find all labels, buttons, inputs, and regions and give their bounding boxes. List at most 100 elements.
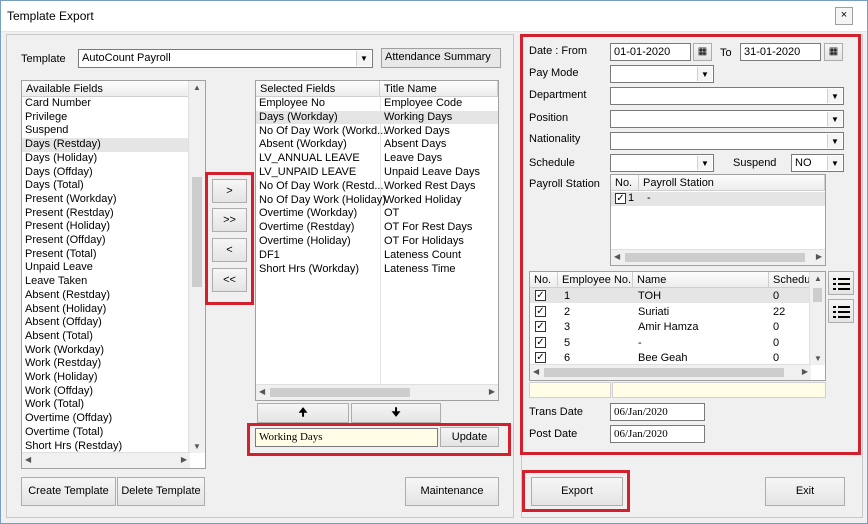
employee-checkbox[interactable]: ✓	[535, 321, 546, 332]
title-name-header[interactable]: Title Name	[380, 81, 498, 97]
attendance-summary-box[interactable]: Attendance Summary	[381, 48, 501, 68]
available-fields-vscroll[interactable]: ▲ ▼	[188, 81, 205, 453]
emp-employee-no-header[interactable]: Employee No.	[558, 272, 633, 288]
available-fields-header[interactable]: Available Fields	[22, 81, 190, 97]
employee-checkbox[interactable]: ✓	[535, 305, 546, 317]
close-button[interactable]: ×	[835, 7, 853, 25]
selected-field-row[interactable]: No Of Day Work (Holiday) Worked Holiday	[256, 194, 498, 208]
station-checkbox[interactable]: ✓	[615, 193, 626, 204]
title-name-input[interactable]: Working Days	[255, 428, 438, 447]
employee-row[interactable]: ✓ 1 TOH 0	[530, 288, 811, 303]
station-no-header[interactable]: No.	[611, 175, 639, 191]
scroll-thumb[interactable]	[544, 368, 784, 377]
suspend-select[interactable]: NO ▼	[791, 154, 844, 172]
available-field-item[interactable]: Unpaid Leave	[22, 261, 190, 275]
remove-field-button[interactable]: <	[212, 238, 247, 262]
employee-hscroll[interactable]: ◀ ▶	[530, 364, 811, 380]
selected-field-row[interactable]: DF1 Lateness Count	[256, 249, 498, 263]
schedule-select[interactable]: ▼	[610, 154, 714, 172]
pay-mode-select[interactable]: ▼	[610, 65, 714, 83]
available-field-item[interactable]: Overtime (Total)	[22, 426, 190, 440]
maintenance-button[interactable]: Maintenance	[405, 477, 499, 506]
available-field-item[interactable]: Absent (Restday)	[22, 289, 190, 303]
calendar-to-button[interactable]: ▦	[824, 43, 843, 61]
selected-field-row[interactable]: LV_UNPAID LEAVE Unpaid Leave Days	[256, 166, 498, 180]
available-field-item[interactable]: Card Number	[22, 97, 190, 111]
scroll-thumb[interactable]	[270, 388, 410, 397]
add-all-fields-button[interactable]: >>	[212, 208, 247, 232]
available-field-item[interactable]: Days (Holiday)	[22, 152, 190, 166]
move-up-button[interactable]: 🠉	[257, 403, 349, 423]
available-field-item[interactable]: Work (Workday)	[22, 344, 190, 358]
available-field-item[interactable]: Present (Restday)	[22, 207, 190, 221]
employee-row[interactable]: ✓ 5 - 0	[530, 335, 811, 350]
selected-field-row[interactable]: Short Hrs (Workday) Lateness Time	[256, 263, 498, 277]
scroll-thumb[interactable]	[625, 253, 805, 262]
calendar-from-button[interactable]: ▦	[693, 43, 712, 61]
selected-field-row[interactable]: LV_ANNUAL LEAVE Leave Days	[256, 152, 498, 166]
employee-checkbox[interactable]: ✓	[535, 352, 546, 363]
employee-vscroll[interactable]: ▲ ▼	[809, 272, 825, 365]
add-field-button[interactable]: >	[212, 179, 247, 203]
selected-fields-hscroll[interactable]: ◀ ▶	[256, 384, 498, 400]
selected-fields-list[interactable]: Selected Fields Title Name Employee No Em…	[255, 80, 499, 401]
unselect-all-button[interactable]	[828, 299, 854, 323]
trans-date-input[interactable]: 06/Jan/2020	[610, 403, 705, 421]
available-field-item[interactable]: Present (Holiday)	[22, 220, 190, 234]
employee-row[interactable]: ✓ 2 Suriati 22	[530, 304, 811, 319]
available-field-item[interactable]: Absent (Holiday)	[22, 303, 190, 317]
delete-template-button[interactable]: Delete Template	[117, 477, 205, 506]
selected-field-row[interactable]: Overtime (Workday) OT	[256, 207, 498, 221]
available-field-item[interactable]: Leave Taken	[22, 275, 190, 289]
selected-field-row[interactable]: Employee No Employee Code	[256, 97, 498, 111]
selected-field-row[interactable]: Absent (Workday) Absent Days	[256, 138, 498, 152]
remove-all-fields-button[interactable]: <<	[212, 268, 247, 292]
date-to-input[interactable]: 31-01-2020	[740, 43, 821, 61]
available-field-item[interactable]: Present (Offday)	[22, 234, 190, 248]
employee-checkbox[interactable]: ✓	[535, 290, 546, 301]
available-fields-hscroll[interactable]: ◀ ▶	[22, 452, 190, 468]
post-date-input[interactable]: 06/Jan/2020	[610, 425, 705, 443]
create-template-button[interactable]: Create Template	[21, 477, 116, 506]
template-select[interactable]: AutoCount Payroll ▼	[78, 49, 373, 68]
update-button[interactable]: Update	[440, 427, 499, 447]
available-field-item[interactable]: Work (Restday)	[22, 357, 190, 371]
available-field-item[interactable]: Work (Holiday)	[22, 371, 190, 385]
available-field-item[interactable]: Work (Total)	[22, 398, 190, 412]
employee-row[interactable]: ✓ 6 Bee Geah 0	[530, 350, 811, 365]
selected-field-row[interactable]: Days (Workday) Working Days	[256, 110, 498, 125]
station-hscroll[interactable]: ◀ ▶	[611, 249, 825, 265]
available-field-item[interactable]: Absent (Total)	[22, 330, 190, 344]
available-field-item[interactable]: Work (Offday)	[22, 385, 190, 399]
position-select[interactable]: ▼	[610, 110, 844, 128]
nationality-select[interactable]: ▼	[610, 132, 844, 150]
emp-schedule-header[interactable]: Schedule	[769, 272, 811, 288]
station-name-header[interactable]: Payroll Station	[639, 175, 825, 191]
available-field-item[interactable]: Present (Total)	[22, 248, 190, 262]
selected-field-row[interactable]: No Of Day Work (Workd... Worked Days	[256, 125, 498, 139]
available-fields-list[interactable]: Available Fields Card Number Privilege Sus…	[21, 80, 206, 469]
available-field-item[interactable]: Overtime (Offday)	[22, 412, 190, 426]
available-field-item[interactable]: Suspend	[22, 124, 190, 138]
selected-field-row[interactable]: Overtime (Holiday) OT For Holidays	[256, 235, 498, 249]
payroll-station-list[interactable]: No. Payroll Station ✓ 1 - ◀ ▶	[610, 174, 826, 266]
scroll-thumb[interactable]	[192, 177, 202, 287]
available-field-item[interactable]: Days (Restday)	[22, 138, 190, 152]
emp-name-header[interactable]: Name	[633, 272, 769, 288]
available-field-item[interactable]: Privilege	[22, 111, 190, 125]
export-button[interactable]: Export	[531, 477, 623, 506]
selected-field-row[interactable]: No Of Day Work (Restd... Worked Rest Days	[256, 180, 498, 194]
selected-field-row[interactable]: Overtime (Restday) OT For Rest Days	[256, 221, 498, 235]
available-field-item[interactable]: Days (Offday)	[22, 166, 190, 180]
available-field-item[interactable]: Present (Workday)	[22, 193, 190, 207]
employee-checkbox[interactable]: ✓	[535, 336, 546, 348]
date-from-input[interactable]: 01-01-2020	[610, 43, 691, 61]
move-down-button[interactable]: 🠋	[351, 403, 441, 423]
available-field-item[interactable]: Days (Total)	[22, 179, 190, 193]
select-all-button[interactable]	[828, 271, 854, 295]
station-row[interactable]: ✓ 1 -	[611, 192, 825, 206]
employee-row[interactable]: ✓ 3 Amir Hamza 0	[530, 319, 811, 334]
selected-fields-header[interactable]: Selected Fields	[256, 81, 380, 97]
emp-no-header[interactable]: No.	[530, 272, 558, 288]
employee-grid[interactable]: No. Employee No. Name Schedule ✓ 1 TOH 0 ✓ 2 S…	[529, 271, 826, 381]
